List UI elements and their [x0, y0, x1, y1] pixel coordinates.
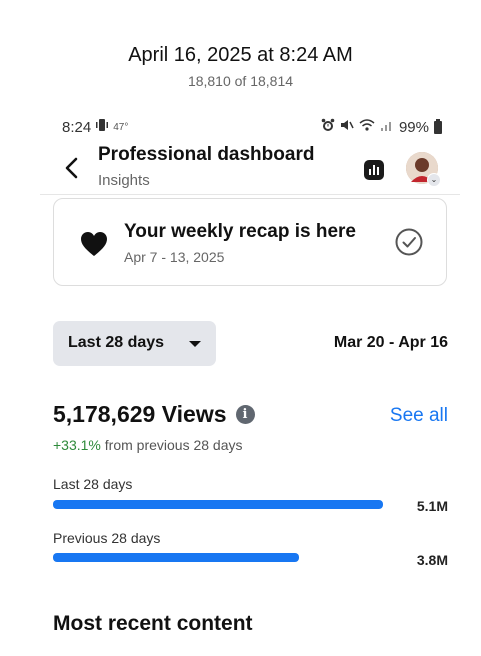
vibrate-icon [96, 118, 109, 136]
date-range-text: Mar 20 - Apr 16 [333, 334, 448, 351]
date-range-dropdown[interactable]: Last 28 days [53, 321, 216, 366]
screenshot-root: April 16, 2025 at 8:24 AM 18,810 of 18,8… [0, 0, 481, 656]
battery-percent: 99% [398, 118, 429, 136]
header-divider [40, 194, 460, 195]
views-change-label: from previous 28 days [100, 437, 243, 453]
alarm-icon [321, 118, 335, 136]
insights-icon[interactable] [364, 160, 384, 180]
app-header: Professional dashboard Insights ⌄ [52, 140, 448, 192]
caret-down-icon [189, 341, 201, 347]
photo-viewer-header: April 16, 2025 at 8:24 AM 18,810 of 18,8… [0, 44, 481, 89]
photo-count: 18,810 of 18,814 [187, 73, 294, 89]
bar-fill-current [53, 500, 383, 509]
bar-value-previous: 3.8M [416, 552, 448, 568]
see-all-link[interactable]: See all [390, 405, 448, 427]
bar-label-previous: Previous 28 days [53, 530, 161, 546]
avatar[interactable]: ⌄ [406, 152, 441, 187]
status-temperature: 47° [113, 121, 129, 133]
check-circle-icon[interactable] [394, 227, 424, 257]
date-range-label: Last 28 days [68, 334, 165, 351]
weekly-recap-card[interactable]: Your weekly recap is here Apr 7 - 13, 20… [53, 198, 447, 286]
recap-title: Your weekly recap is here [124, 221, 356, 242]
page-title: Professional dashboard [98, 144, 315, 165]
info-icon[interactable]: i [235, 405, 255, 424]
heart-icon [80, 231, 108, 257]
battery-icon [434, 118, 442, 134]
views-change: +33.1% from previous 28 days [53, 437, 243, 453]
chevron-down-icon: ⌄ [427, 173, 441, 187]
views-heading: 5,178,629 Views i [53, 401, 255, 428]
most-recent-content-title: Most recent content [53, 612, 253, 635]
views-change-percent: +33.1% [53, 437, 101, 453]
recap-dates: Apr 7 - 13, 2025 [124, 249, 225, 265]
back-arrow-icon[interactable] [62, 156, 82, 180]
signal-icon [380, 118, 394, 136]
bar-value-current: 5.1M [416, 498, 448, 514]
photo-date: April 16, 2025 at 8:24 AM [128, 44, 353, 66]
bar-track-current [53, 500, 383, 509]
bar-track-previous [53, 553, 383, 562]
page-subtitle: Insights [98, 172, 150, 189]
status-bar: 8:24 47° 99% [62, 118, 442, 138]
bar-fill-previous [53, 553, 299, 562]
bar-label-current: Last 28 days [53, 476, 133, 492]
wifi-icon [359, 118, 375, 136]
status-time: 8:24 [62, 118, 92, 136]
views-count: 5,178,629 Views [53, 401, 227, 427]
mute-icon [340, 118, 354, 136]
